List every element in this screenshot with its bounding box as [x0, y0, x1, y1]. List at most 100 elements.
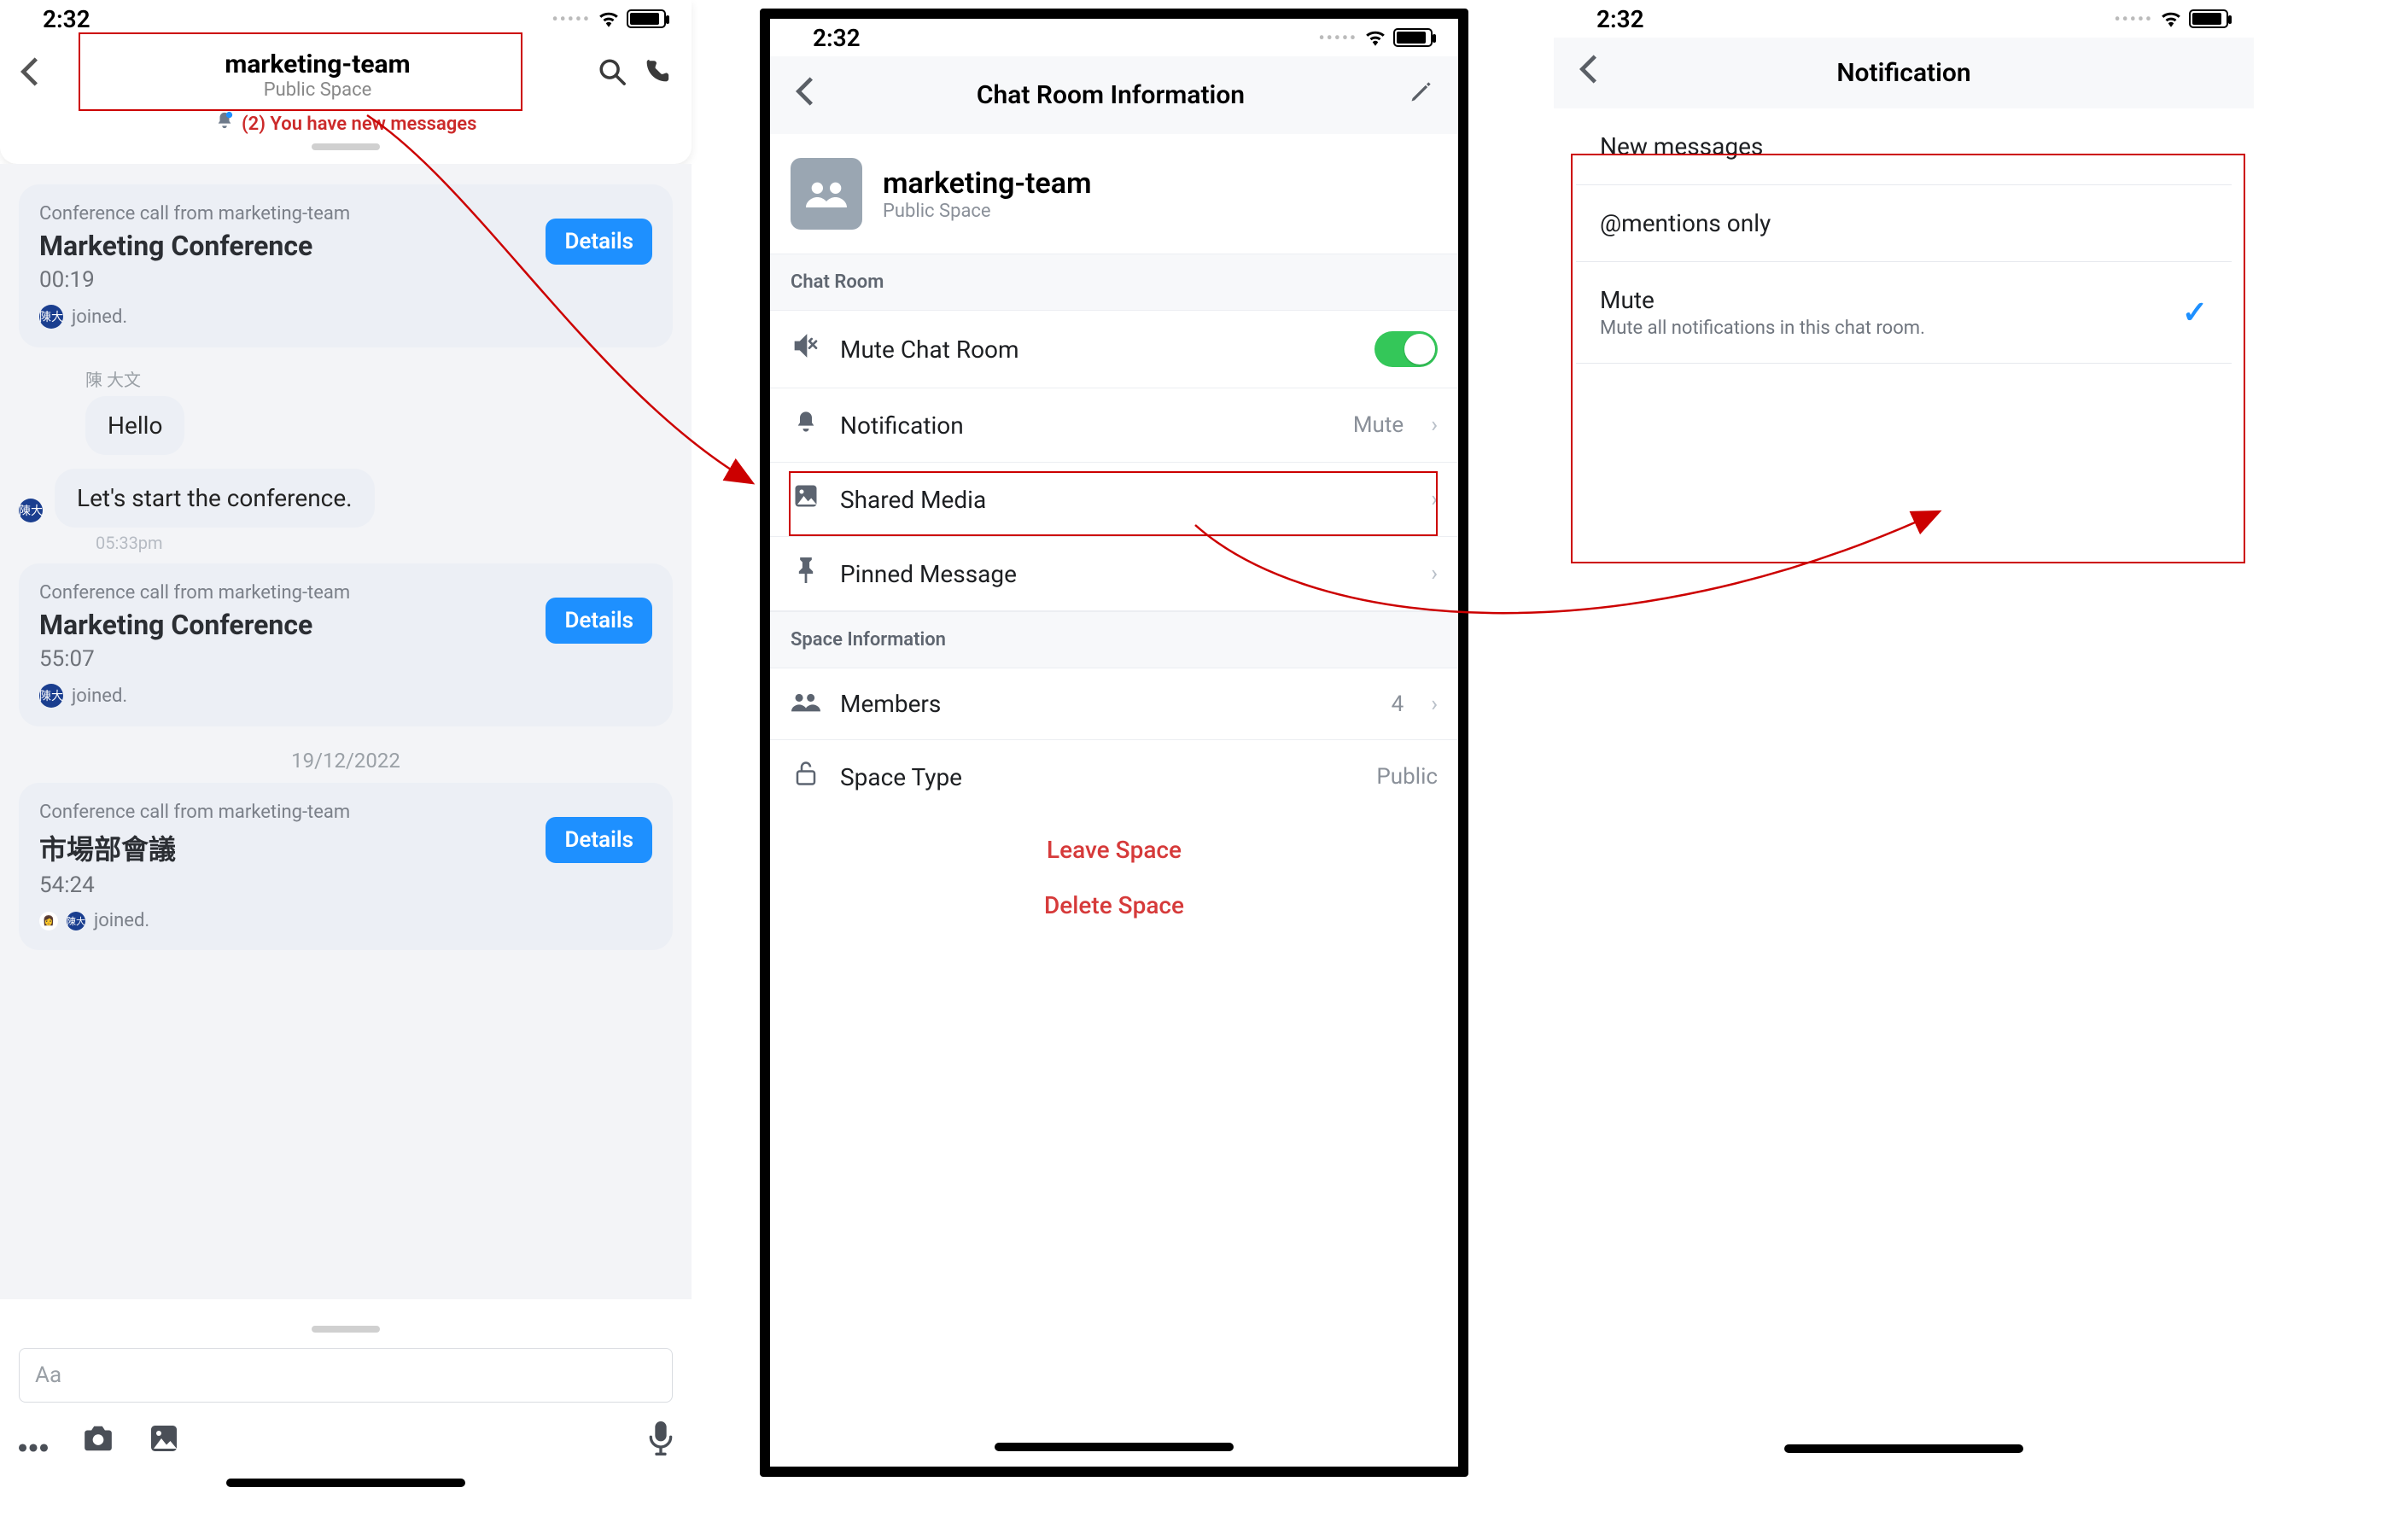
- bell-icon: [215, 114, 238, 135]
- status-icons: •••••: [552, 5, 666, 33]
- chat-title-area[interactable]: marketing-team Public Space: [53, 50, 582, 101]
- wifi-icon: [598, 5, 620, 33]
- delete-space-button[interactable]: Delete Space: [770, 886, 1458, 942]
- row-value: 4: [1392, 691, 1404, 717]
- status-time: 2:32: [1596, 5, 1644, 33]
- option-mentions-only[interactable]: @mentions only: [1576, 185, 2232, 262]
- row-value: Mute: [1353, 412, 1404, 438]
- chevron-right-icon: ›: [1431, 561, 1438, 586]
- sheet-handle[interactable]: [312, 143, 380, 150]
- message-time: 05:33pm: [96, 533, 673, 553]
- placeholder: Aa: [35, 1362, 61, 1388]
- image-icon[interactable]: [149, 1423, 179, 1461]
- date-separator: 19/12/2022: [19, 749, 673, 773]
- chevron-right-icon: ›: [1431, 691, 1438, 717]
- new-messages-banner[interactable]: (2) You have new messages: [0, 106, 692, 135]
- message-input-area: Aa: [0, 1326, 692, 1502]
- screen-notification-settings: 2:32 ••••• Notification New messages @me…: [1554, 0, 2254, 1468]
- back-icon[interactable]: [20, 57, 38, 94]
- sender-name: 陳 大文: [85, 366, 673, 391]
- back-icon[interactable]: [796, 77, 813, 114]
- battery-icon: [1393, 28, 1433, 47]
- bell-icon: [791, 409, 821, 441]
- wifi-icon: [1364, 24, 1386, 52]
- pin-icon: [791, 557, 821, 590]
- row-shared-media[interactable]: Shared Media ›: [770, 463, 1458, 537]
- row-label: Mute Chat Room: [840, 335, 1356, 364]
- row-mute-chat[interactable]: Mute Chat Room: [770, 311, 1458, 388]
- battery-icon: [627, 9, 666, 28]
- status-bar: 2:32 •••••: [1554, 0, 2254, 38]
- call-icon[interactable]: [642, 57, 671, 94]
- details-button[interactable]: Details: [546, 598, 652, 644]
- option-label: Mute: [1600, 286, 2182, 314]
- new-messages-text: (2) You have new messages: [242, 114, 476, 135]
- row-pinned-message[interactable]: Pinned Message ›: [770, 537, 1458, 611]
- cellular-icon: •••••: [2115, 9, 2153, 29]
- section-space-info: Space Information: [770, 611, 1458, 668]
- row-space-type: Space Type Public: [770, 740, 1458, 814]
- cellular-icon: •••••: [1319, 27, 1357, 48]
- chat-scroll-area[interactable]: Conference call from marketing-team Mark…: [0, 164, 692, 1299]
- row-notification[interactable]: Notification Mute ›: [770, 388, 1458, 463]
- avatar-badge: 陳大: [67, 912, 85, 930]
- edit-icon[interactable]: [1409, 80, 1433, 111]
- status-bar: 2:32 •••••: [0, 0, 692, 38]
- search-icon[interactable]: [598, 57, 627, 94]
- card-duration: 00:19: [39, 267, 652, 293]
- mute-icon: [791, 332, 821, 366]
- row-label: Space Type: [840, 763, 1357, 791]
- image-icon: [791, 483, 821, 516]
- option-mute[interactable]: Mute Mute all notifications in this chat…: [1576, 262, 2232, 364]
- status-bar: 2:32 •••••: [770, 19, 1458, 56]
- chat-subtitle: Public Space: [53, 79, 582, 101]
- more-icon[interactable]: [19, 1426, 48, 1460]
- chevron-right-icon: ›: [1431, 412, 1438, 438]
- section-chat-room: Chat Room: [770, 254, 1458, 311]
- avatar-badge: 陳大: [19, 499, 43, 522]
- row-label: Pinned Message: [840, 560, 1404, 588]
- joined-line: 👩 陳大 joined.: [39, 910, 652, 931]
- conference-card: Conference call from marketing-team Mark…: [19, 184, 673, 347]
- joined-line: 陳大 joined.: [39, 305, 652, 329]
- members-icon: [791, 689, 821, 719]
- conference-card: Conference call from marketing-team Mark…: [19, 563, 673, 726]
- option-label: @mentions only: [1600, 209, 2208, 237]
- message-input[interactable]: Aa: [19, 1348, 673, 1403]
- mic-icon[interactable]: [649, 1421, 673, 1463]
- back-icon[interactable]: [1579, 55, 1596, 91]
- battery-icon: [2189, 9, 2228, 28]
- group-icon: [791, 158, 862, 230]
- joined-text: joined.: [72, 306, 127, 328]
- camera-icon[interactable]: [82, 1425, 114, 1460]
- room-header: marketing-team Public Space: [770, 134, 1458, 254]
- leave-space-button[interactable]: Leave Space: [770, 814, 1458, 886]
- home-indicator: [995, 1443, 1234, 1451]
- input-toolbar: [19, 1421, 673, 1463]
- avatar-badge: 👩: [39, 912, 58, 930]
- drag-handle[interactable]: [312, 1326, 380, 1333]
- details-button[interactable]: Details: [546, 817, 652, 863]
- option-label: New messages: [1600, 132, 2208, 160]
- option-new-messages[interactable]: New messages: [1576, 108, 2232, 185]
- header-title: Chat Room Information: [977, 80, 1245, 110]
- room-subtitle: Public Space: [883, 201, 1092, 222]
- row-label: Notification: [840, 411, 1334, 440]
- row-members[interactable]: Members 4 ›: [770, 668, 1458, 740]
- joined-text: joined.: [94, 910, 149, 931]
- checkmark-icon: ✓: [2182, 295, 2208, 330]
- status-icons: •••••: [2115, 5, 2228, 33]
- lock-open-icon: [791, 761, 821, 793]
- row-label: Shared Media: [840, 486, 1404, 514]
- option-sublabel: Mute all notifications in this chat room…: [1600, 318, 2182, 339]
- joined-line: 陳大 joined.: [39, 684, 652, 708]
- header-title: Notification: [1836, 58, 1970, 88]
- notification-header: Notification: [1554, 38, 2254, 108]
- home-indicator: [226, 1479, 465, 1487]
- avatar-badge: 陳大: [39, 684, 63, 708]
- details-button[interactable]: Details: [546, 219, 652, 265]
- toggle-switch[interactable]: [1374, 331, 1438, 367]
- cellular-icon: •••••: [552, 9, 591, 29]
- screen-chat: 2:32 ••••• marketing-team Public Space: [0, 0, 692, 1502]
- room-name: marketing-team: [883, 166, 1092, 201]
